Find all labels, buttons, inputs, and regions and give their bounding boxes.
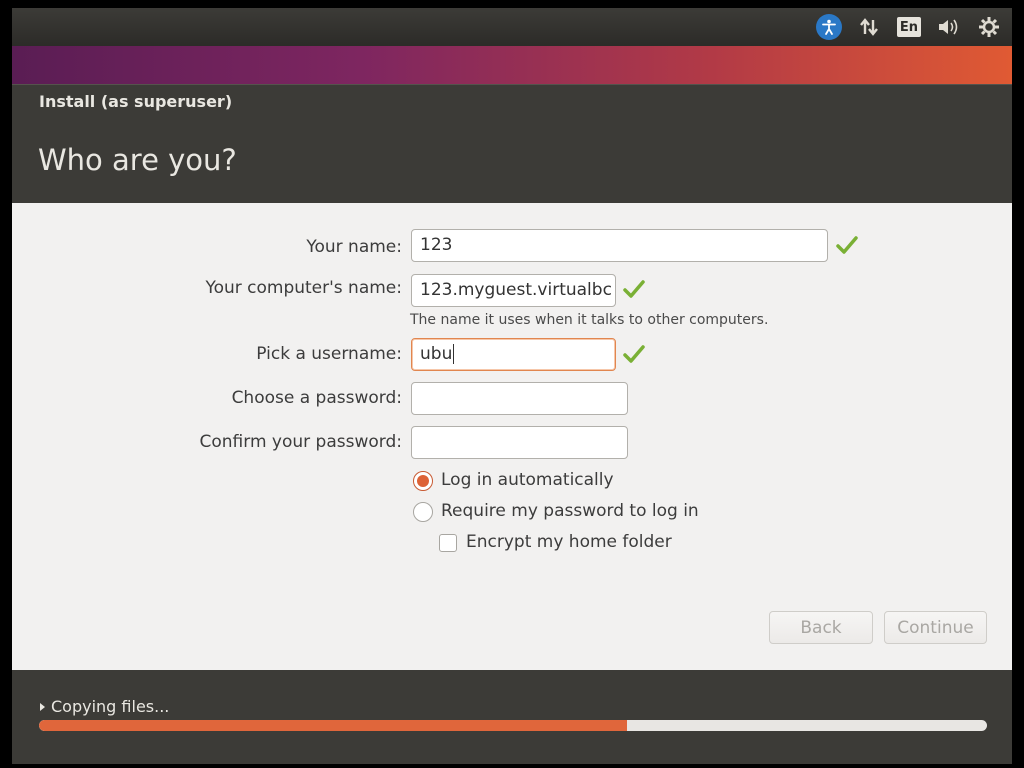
password-input[interactable] xyxy=(411,382,628,415)
top-panel: En xyxy=(12,8,1012,46)
username-value: ubu xyxy=(420,344,453,364)
network-updown-icon[interactable] xyxy=(856,14,882,40)
expander-arrow-icon xyxy=(40,702,45,711)
encrypt-home-label[interactable]: Encrypt my home folder xyxy=(466,532,672,552)
name-valid-check-icon xyxy=(836,236,858,254)
window-header: Install (as superuser) Who are you? xyxy=(12,84,1012,203)
install-progress-fill xyxy=(39,720,627,731)
confirm-password-input[interactable] xyxy=(411,426,628,459)
computer-name-input[interactable]: 123.myguest.virtualbc xyxy=(411,274,616,307)
volume-icon[interactable] xyxy=(936,14,962,40)
window-title: Install (as superuser) xyxy=(39,92,233,111)
confirm-password-label: Confirm your password: xyxy=(199,432,402,452)
user-form: Your name: 123 Your computer's name: 123… xyxy=(12,203,1012,670)
login-automatically-label[interactable]: Log in automatically xyxy=(441,470,614,490)
computer-name-hint: The name it uses when it talks to other … xyxy=(410,312,769,328)
progress-status-text: Copying files... xyxy=(51,697,170,716)
text-caret xyxy=(453,344,455,364)
accessibility-icon[interactable] xyxy=(816,14,842,40)
back-button[interactable]: Back xyxy=(769,611,873,644)
keyboard-layout-indicator[interactable]: En xyxy=(896,14,922,40)
page-title: Who are you? xyxy=(38,143,237,177)
require-password-radio[interactable] xyxy=(413,502,433,522)
computer-name-label: Your computer's name: xyxy=(205,278,402,298)
username-valid-check-icon xyxy=(623,345,645,363)
encrypt-home-checkbox[interactable] xyxy=(439,534,457,552)
system-tray: En xyxy=(816,8,1012,46)
continue-button[interactable]: Continue xyxy=(884,611,987,644)
name-input[interactable]: 123 xyxy=(411,229,828,262)
username-input[interactable]: ubu xyxy=(411,338,616,371)
name-label: Your name: xyxy=(306,237,402,257)
install-progress-bar xyxy=(39,720,987,731)
require-password-label[interactable]: Require my password to log in xyxy=(441,501,699,521)
login-automatically-radio[interactable] xyxy=(413,471,433,491)
install-progress-footer: Copying files... xyxy=(12,670,1012,764)
username-label: Pick a username: xyxy=(256,344,402,364)
progress-details-expander[interactable]: Copying files... xyxy=(40,697,169,716)
computer-name-valid-check-icon xyxy=(623,280,645,298)
installer-window: Install (as superuser) Who are you? Your… xyxy=(12,84,1012,764)
password-label: Choose a password: xyxy=(231,388,402,408)
desktop-wallpaper xyxy=(12,46,1012,84)
gear-icon[interactable] xyxy=(976,14,1002,40)
keyboard-layout-label: En xyxy=(897,17,921,37)
computer-name-value: 123.myguest.virtualbc xyxy=(420,280,612,300)
name-input-value: 123 xyxy=(420,235,453,255)
